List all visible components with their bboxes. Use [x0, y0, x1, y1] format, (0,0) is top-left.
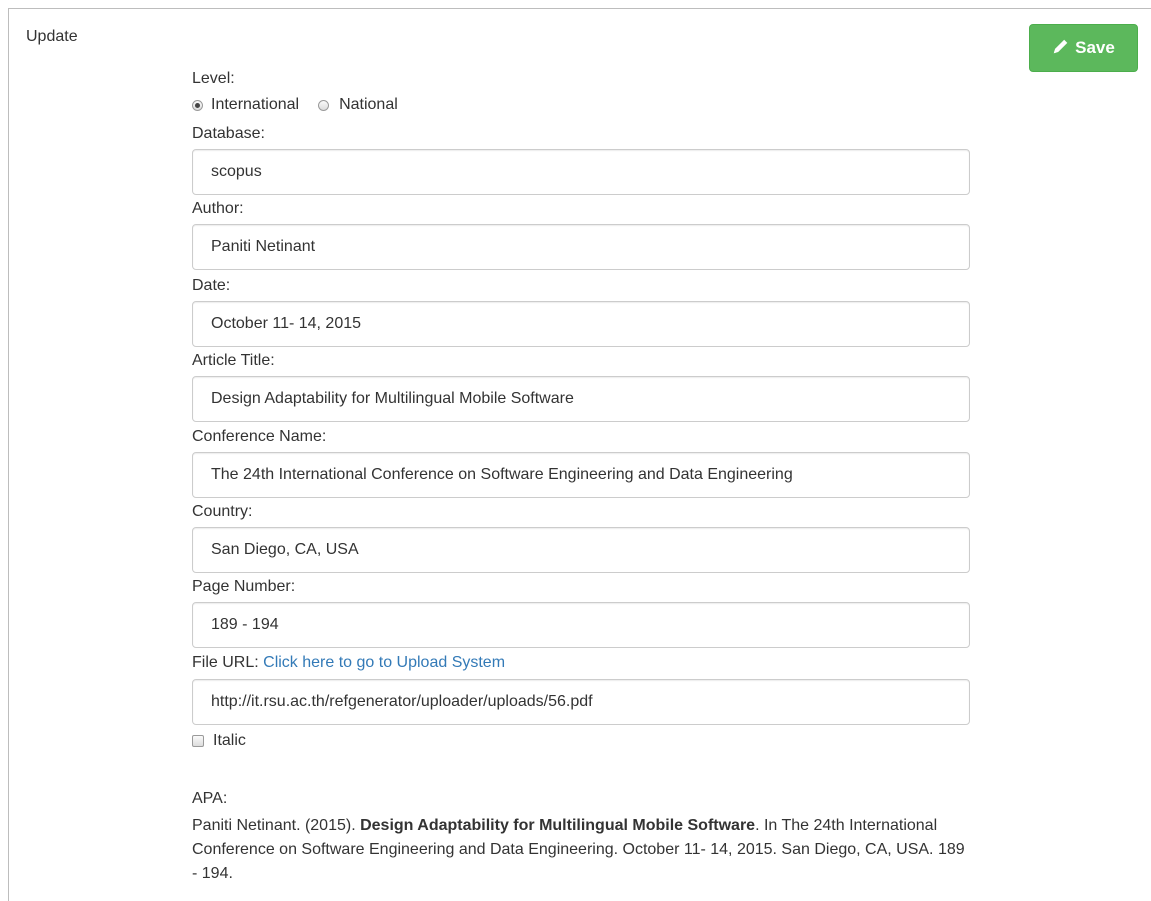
country-label: Country:	[192, 503, 253, 520]
apa-label: APA:	[192, 790, 228, 807]
italic-option: Italic	[192, 732, 246, 750]
upload-system-link[interactable]: Click here to go to Upload System	[263, 654, 505, 671]
date-input[interactable]: October 11- 14, 2015	[192, 301, 970, 347]
author-input[interactable]: Paniti Netinant	[192, 224, 970, 270]
country-input[interactable]: San Diego, CA, USA	[192, 527, 970, 573]
level-label: Level:	[192, 70, 235, 87]
conference-name-input[interactable]: The 24th International Conference on Sof…	[192, 452, 970, 498]
radio-national[interactable]	[318, 99, 330, 111]
level-radio-group: International National	[192, 96, 398, 114]
database-label: Database:	[192, 125, 265, 142]
conference-name-label: Conference Name:	[192, 428, 327, 445]
page-number-label: Page Number:	[192, 578, 296, 595]
pencil-icon	[1052, 37, 1070, 60]
file-url-label-row: File URL: Click here to go to Upload Sys…	[192, 654, 505, 672]
page-number-input[interactable]: 189 - 194	[192, 602, 970, 648]
apa-prefix: Paniti Netinant. (2015).	[192, 817, 361, 834]
article-title-input[interactable]: Design Adaptability for Multilingual Mob…	[192, 376, 970, 422]
apa-citation: Paniti Netinant. (2015). Design Adaptabi…	[192, 814, 972, 886]
radio-international[interactable]	[192, 99, 203, 111]
radio-international-label: International	[211, 96, 300, 113]
file-url-input[interactable]: http://it.rsu.ac.th/refgenerator/uploade…	[192, 679, 970, 725]
article-title-label: Article Title:	[192, 352, 275, 369]
author-label: Author:	[192, 200, 244, 217]
save-button-label: Save	[1075, 38, 1115, 57]
save-button[interactable]: Save	[1029, 24, 1138, 72]
apa-title: Design Adaptability for Multilingual Mob…	[360, 817, 756, 834]
database-input[interactable]: scopus	[192, 149, 970, 195]
italic-label: Italic	[213, 732, 246, 749]
panel-title: Update	[26, 28, 78, 45]
file-url-label: File URL:	[192, 654, 259, 671]
radio-national-label: National	[339, 96, 398, 113]
italic-checkbox[interactable]	[192, 735, 204, 747]
date-label: Date:	[192, 277, 231, 294]
